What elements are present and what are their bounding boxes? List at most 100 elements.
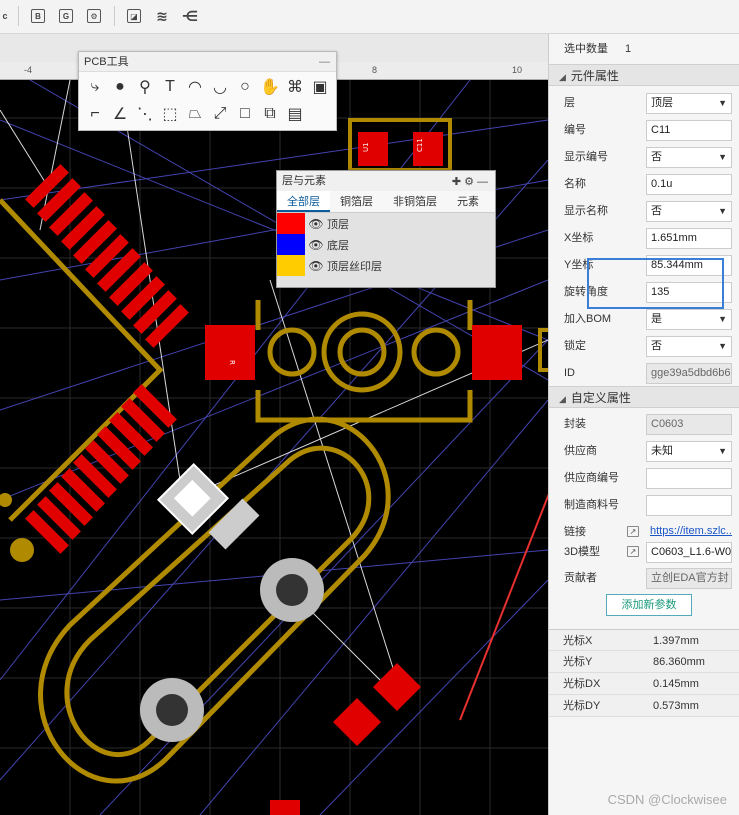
bom-select[interactable]: 是 ▼ bbox=[646, 309, 732, 330]
layer-swatch[interactable] bbox=[277, 234, 305, 255]
cursor-value: 0.573mm bbox=[653, 700, 699, 712]
field-name: 名称 0.1u bbox=[549, 171, 739, 197]
layers-icon: ≋ bbox=[156, 7, 168, 24]
id-input: gge39a5dbd6b6 bbox=[646, 363, 732, 384]
toolbar-share-button[interactable]: ⋲ bbox=[180, 6, 200, 26]
supplier-select[interactable]: 未知 ▼ bbox=[646, 441, 732, 462]
component-tool-icon[interactable]: ⧉ bbox=[260, 104, 280, 124]
eye-icon[interactable]: 👁 bbox=[305, 259, 327, 273]
circle-tool-icon[interactable]: ● bbox=[110, 77, 130, 97]
selected-count-label: 选中数量 bbox=[564, 43, 608, 55]
layer-swatch[interactable] bbox=[277, 213, 305, 234]
external-link-icon[interactable]: ↗ bbox=[627, 546, 639, 557]
field-manufacturer-part: 制造商料号 bbox=[549, 492, 739, 518]
cursor-dy-row: 光标DY 0.573mm bbox=[549, 695, 739, 717]
collapse-triangle-icon: ◢ bbox=[559, 72, 566, 82]
field-label: 供应商 bbox=[564, 445, 597, 457]
tab-non-copper-layers[interactable]: 非铜箔层 bbox=[383, 191, 447, 212]
field-label: 显示编号 bbox=[564, 151, 608, 163]
designator-input[interactable]: C11 bbox=[646, 120, 732, 141]
supplier-number-input[interactable] bbox=[646, 468, 732, 489]
share-icon: ⋲ bbox=[181, 7, 199, 24]
selected-capacitor bbox=[156, 462, 260, 550]
show-designator-select[interactable]: 否 ▼ bbox=[646, 147, 732, 168]
b-icon: B bbox=[31, 9, 45, 23]
dropdown-arrow-icon: ▼ bbox=[718, 152, 727, 162]
pcb-label-u1: U1 bbox=[362, 142, 370, 152]
layer-select[interactable]: 顶层 ▼ bbox=[646, 93, 732, 114]
component-properties-header[interactable]: ◢ 元件属性 bbox=[549, 64, 739, 86]
field-label: 封装 bbox=[564, 418, 586, 430]
field-value: 否 bbox=[651, 151, 662, 163]
cursor-label: 光标DX bbox=[563, 678, 601, 690]
layer-row-top[interactable]: 👁 顶层 bbox=[277, 213, 495, 234]
polygon-tool-icon[interactable]: ⏢ bbox=[185, 104, 205, 124]
custom-properties-header[interactable]: ◢ 自定义属性 bbox=[549, 386, 739, 408]
angle-tool-icon[interactable]: ∠ bbox=[110, 104, 130, 124]
field-value: 是 bbox=[651, 313, 662, 325]
minimize-icon[interactable]: — bbox=[477, 176, 491, 188]
eye-icon[interactable]: 👁 bbox=[305, 238, 327, 252]
lock-select[interactable]: 否 ▼ bbox=[646, 336, 732, 357]
mounting-holes bbox=[140, 558, 324, 742]
contributor-input: 立创EDA官方封 bbox=[646, 568, 732, 589]
pcb-label-r: R bbox=[228, 360, 236, 365]
show-name-select[interactable]: 否 ▼ bbox=[646, 201, 732, 222]
pin-icon[interactable]: ✚ bbox=[452, 176, 464, 188]
arc2-tool-icon[interactable]: ◡ bbox=[210, 77, 230, 97]
tab-elements[interactable]: 元素 bbox=[447, 191, 489, 212]
tab-all-layers[interactable]: 全部层 bbox=[277, 191, 330, 212]
toolbar-g-button[interactable]: G bbox=[56, 6, 76, 26]
minimize-icon[interactable]: — bbox=[319, 52, 330, 72]
text-tool-icon[interactable]: T bbox=[160, 77, 180, 97]
toolbar-layers-button[interactable]: ≋ bbox=[152, 6, 172, 26]
field-footprint: 封装 C0603 bbox=[549, 411, 739, 437]
measure-tool-icon[interactable]: ⤢ bbox=[210, 104, 230, 124]
board-tool-icon[interactable]: ▤ bbox=[285, 104, 305, 124]
field-label: 加入BOM bbox=[564, 313, 612, 325]
selected-count-row: 选中数量 1 bbox=[549, 36, 739, 62]
field-contributor: 贡献者 立创EDA官方封 bbox=[549, 565, 739, 591]
circle-outline-tool-icon[interactable]: ○ bbox=[235, 77, 255, 97]
corner-tool-icon[interactable]: ⌐ bbox=[85, 104, 105, 124]
3d-model-input[interactable]: C0603_L1.6-W0 bbox=[646, 542, 732, 563]
pin-tool-icon[interactable]: ⚲ bbox=[135, 77, 155, 97]
add-parameter-button[interactable]: 添加新参数 bbox=[606, 594, 692, 616]
gear-icon[interactable]: ⚙ bbox=[464, 176, 477, 188]
layer-row-bottom[interactable]: 👁 底层 bbox=[277, 234, 495, 255]
toolbar-b-button[interactable]: B bbox=[28, 6, 48, 26]
external-link-icon[interactable]: ↗ bbox=[627, 526, 639, 537]
watermark: CSDN @Clockwisee bbox=[607, 792, 727, 807]
layers-panel-title: 层与元素 bbox=[282, 175, 326, 187]
field-show-designator: 显示编号否 ▼ bbox=[549, 144, 739, 170]
rect-tool-icon[interactable]: □ bbox=[235, 104, 255, 124]
x-coordinate-input[interactable]: 1.651mm bbox=[646, 228, 732, 249]
field-show-name: 显示名称否 ▼ bbox=[549, 198, 739, 224]
hand-tool-icon[interactable]: ✋ bbox=[260, 77, 280, 97]
select-rect-tool-icon[interactable]: ⬚ bbox=[160, 104, 180, 124]
image-tool-icon[interactable]: ▣ bbox=[310, 77, 330, 97]
field-label: 3D模型 bbox=[564, 546, 601, 558]
layer-row-top-silkscreen[interactable]: 👁 顶层丝印层 bbox=[277, 255, 495, 276]
top-toolbar: c B G ⚙ ◪ ≋ ⋲ bbox=[0, 0, 739, 34]
toolbar-c-button[interactable]: c bbox=[0, 6, 10, 26]
cross-tool-icon[interactable]: ⌘ bbox=[285, 77, 305, 97]
name-input[interactable]: 0.1u bbox=[646, 174, 732, 195]
dropdown-arrow-icon: ▼ bbox=[718, 206, 727, 216]
crystal-component bbox=[205, 300, 548, 423]
arc-tool-icon[interactable]: ◠ bbox=[185, 77, 205, 97]
gear-square-icon: ⚙ bbox=[87, 9, 101, 23]
layer-swatch[interactable] bbox=[277, 255, 305, 276]
eye-icon[interactable]: 👁 bbox=[305, 217, 327, 231]
tab-copper-layers[interactable]: 铜箔层 bbox=[330, 191, 383, 212]
field-supplier-number: 供应商编号 bbox=[549, 465, 739, 491]
field-label: 锁定 bbox=[564, 340, 586, 352]
cursor-dx-row: 光标DX 0.145mm bbox=[549, 673, 739, 695]
cursor-value: 1.397mm bbox=[653, 635, 699, 647]
toolbar-image-button[interactable]: ◪ bbox=[124, 6, 144, 26]
line-tool-icon[interactable]: ⋱ bbox=[135, 104, 155, 124]
toolbar-settings-button[interactable]: ⚙ bbox=[84, 6, 104, 26]
bottom-pads bbox=[270, 662, 422, 815]
manufacturer-part-input[interactable] bbox=[646, 495, 732, 516]
wire-tool-icon[interactable]: ⤷ bbox=[85, 77, 105, 97]
